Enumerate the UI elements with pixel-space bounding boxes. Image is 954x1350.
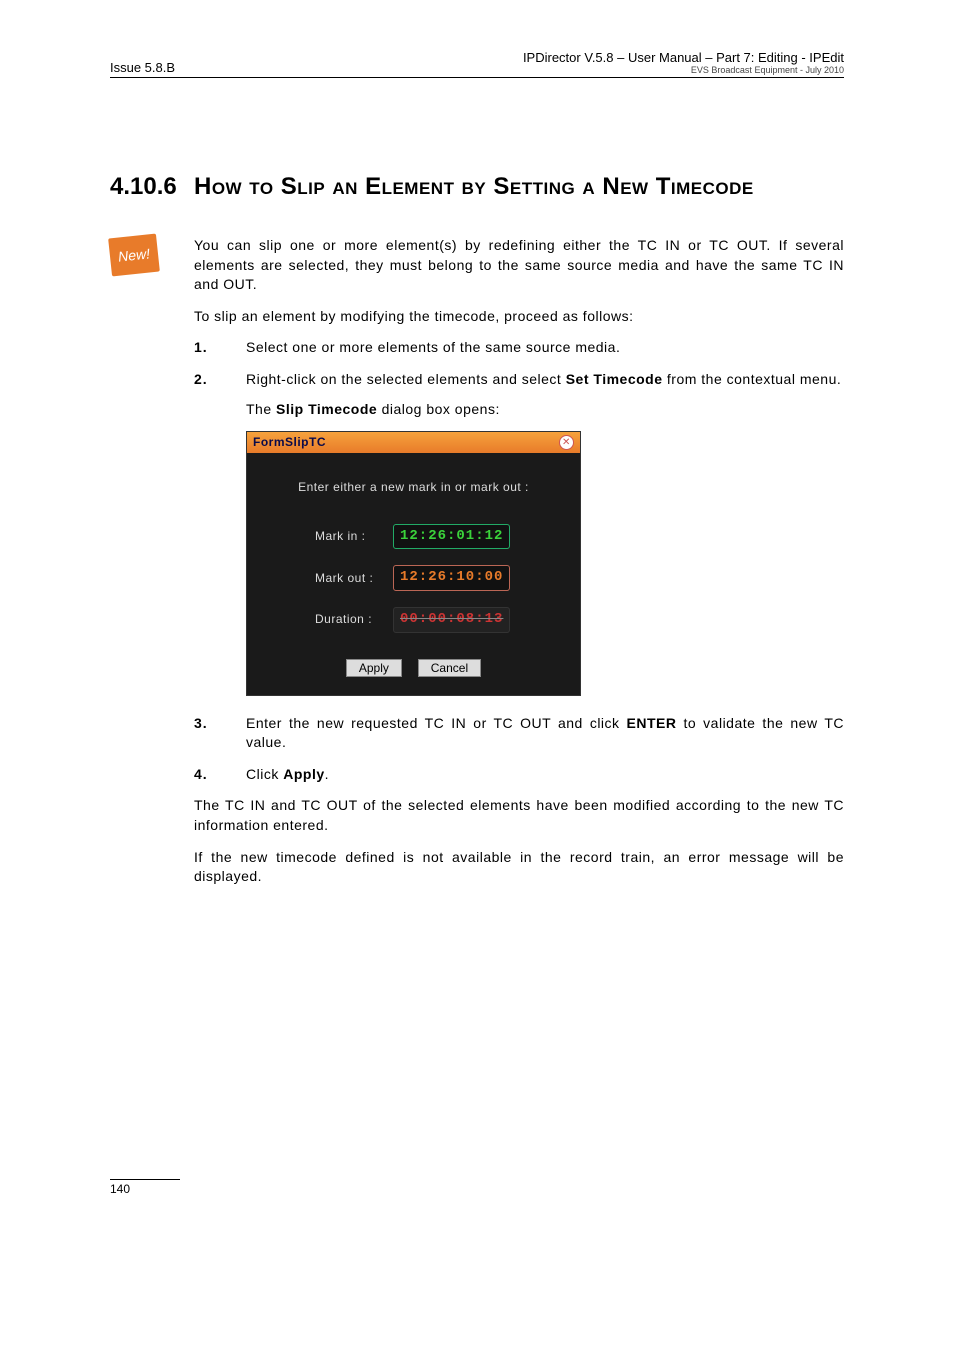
mark-in-field[interactable]: 12:26:01:12 — [393, 524, 510, 550]
close-icon[interactable]: ✕ — [559, 435, 574, 450]
mark-out-label: Mark out : — [315, 570, 393, 587]
new-badge: New! — [108, 234, 160, 277]
section-title: How to Slip an Element by Setting a New … — [194, 173, 754, 201]
step-text: Right-click on the selected elements and… — [246, 370, 844, 419]
mark-out-field[interactable]: 12:26:10:00 — [393, 565, 510, 591]
intro-paragraph-2: To slip an element by modifying the time… — [194, 307, 844, 327]
step-text: Click Apply. — [246, 765, 844, 785]
duration-label: Duration : — [315, 611, 393, 628]
step-text: Select one or more elements of the same … — [246, 338, 844, 358]
step-4: 4. Click Apply. — [194, 765, 844, 785]
outro-paragraph-1: The TC IN and TC OUT of the selected ele… — [194, 796, 844, 835]
step-number: 2. — [194, 370, 246, 419]
header-issue: Issue 5.8.B — [110, 60, 175, 75]
header-right: IPDirector V.5.8 – User Manual – Part 7:… — [523, 50, 844, 75]
dialog-message: Enter either a new mark in or mark out : — [261, 479, 566, 496]
page-header: Issue 5.8.B IPDirector V.5.8 – User Manu… — [110, 50, 844, 78]
duration-field: 00:00:08:13 — [393, 607, 510, 633]
slip-timecode-dialog: FormSlipTC ✕ Enter either a new mark in … — [246, 431, 581, 695]
step-1: 1. Select one or more elements of the sa… — [194, 338, 844, 358]
page-footer: 140 — [110, 1179, 844, 1196]
dialog-titlebar: FormSlipTC ✕ — [247, 432, 580, 453]
header-subtitle: EVS Broadcast Equipment - July 2010 — [523, 65, 844, 75]
dialog-title: FormSlipTC — [253, 434, 326, 451]
page-number: 140 — [110, 1182, 844, 1196]
section-number: 4.10.6 — [110, 173, 194, 201]
mark-in-label: Mark in : — [315, 528, 393, 545]
apply-button[interactable]: Apply — [346, 659, 402, 677]
step-text: Enter the new requested TC IN or TC OUT … — [246, 714, 844, 753]
outro-paragraph-2: If the new timecode defined is not avail… — [194, 848, 844, 887]
cancel-button[interactable]: Cancel — [418, 659, 481, 677]
step-number: 4. — [194, 765, 246, 785]
step-2: 2. Right-click on the selected elements … — [194, 370, 844, 419]
section-heading: 4.10.6 How to Slip an Element by Setting… — [110, 173, 844, 201]
intro-paragraph-1: You can slip one or more element(s) by r… — [194, 236, 844, 295]
step-3: 3. Enter the new requested TC IN or TC O… — [194, 714, 844, 753]
step-number: 3. — [194, 714, 246, 753]
content-body: You can slip one or more element(s) by r… — [194, 201, 844, 899]
header-title: IPDirector V.5.8 – User Manual – Part 7:… — [523, 50, 844, 65]
step-number: 1. — [194, 338, 246, 358]
